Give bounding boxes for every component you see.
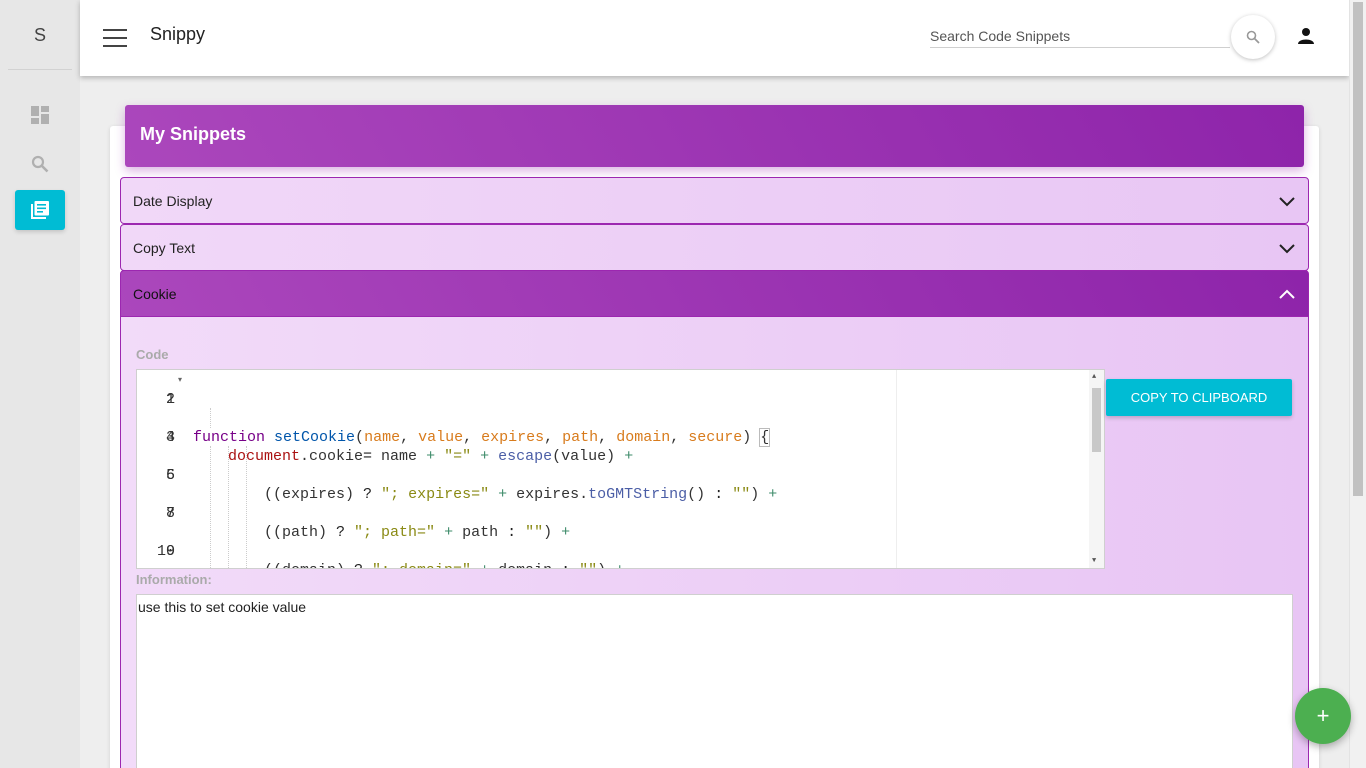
search-icon (31, 155, 49, 173)
rail-divider (8, 69, 72, 70)
information-textarea[interactable]: use this to set cookie value (136, 594, 1293, 768)
snippet-title: Copy Text (133, 240, 195, 256)
scroll-up-icon[interactable]: ▲ (1092, 373, 1096, 381)
indent-guide (228, 446, 229, 568)
code-label: Code (136, 347, 169, 362)
snippet-panel-cookie[interactable]: Cookie (120, 270, 1309, 317)
account-button[interactable] (1292, 22, 1320, 50)
chevron-up-icon (1279, 289, 1295, 299)
rail-snippets-button[interactable] (15, 190, 65, 230)
library-books-icon (31, 201, 49, 219)
scroll-down-icon[interactable]: ▼ (1092, 557, 1096, 565)
code-line: 9 ((domain) ? "; domain=" + domain : "")… (137, 523, 624, 568)
fold-arrow-icon[interactable]: ▾ (178, 371, 182, 390)
code-line: 7 ((path) ? "; path=" + path : "") + (137, 485, 570, 541)
side-rail: S (0, 0, 80, 768)
page-scrollbar[interactable] (1349, 0, 1366, 768)
card-header: My Snippets (125, 105, 1304, 167)
line-number: 6 (165, 467, 175, 484)
print-margin (896, 370, 897, 568)
indent-guide (210, 408, 211, 428)
chevron-down-icon (1279, 244, 1295, 254)
information-label: Information: (136, 572, 212, 587)
code-line: 3 document.cookie= name + "=" + escape(v… (137, 409, 633, 465)
rail-search-button[interactable] (15, 144, 65, 184)
top-app-bar: Snippy (80, 0, 1349, 76)
editor-scrollbar-thumb[interactable] (1092, 388, 1101, 452)
snippet-title: Cookie (133, 286, 177, 302)
code-editor[interactable]: 1 ▾ function setCookie(name, value, expi… (136, 369, 1105, 569)
indent-guide (210, 446, 211, 568)
line-number: 10 (156, 543, 175, 560)
app-logo[interactable]: S (0, 0, 80, 70)
copy-to-clipboard-button[interactable]: COPY TO CLIPBOARD (1106, 379, 1292, 416)
snippet-panel-date-display[interactable]: Date Display (120, 177, 1309, 224)
add-snippet-button[interactable]: + (1295, 688, 1351, 744)
editor-scrollbar[interactable]: ▲ ▼ (1089, 370, 1104, 568)
code-line: 11 ((secure) ? "; secure" : ""); (137, 561, 173, 568)
code-line: 5 ((expires) ? "; expires=" + expires.to… (137, 447, 777, 503)
snippet-title: Date Display (133, 193, 213, 209)
line-number: 2 (165, 391, 175, 408)
rail-dashboard-button[interactable] (15, 95, 65, 135)
menu-icon[interactable] (100, 24, 130, 52)
line-number: 4 (165, 429, 175, 446)
card-title: My Snippets (140, 124, 247, 144)
code-line: 1 ▾ function setCookie(name, value, expi… (137, 371, 771, 447)
page-scrollbar-thumb[interactable] (1353, 2, 1363, 496)
chevron-down-icon (1279, 197, 1295, 207)
snippet-panel-copy-text[interactable]: Copy Text (120, 224, 1309, 271)
person-icon (1298, 28, 1314, 44)
indent-guide (246, 446, 247, 568)
search-input[interactable] (930, 24, 1230, 48)
search-icon (1246, 30, 1260, 44)
search-button[interactable] (1231, 15, 1275, 59)
app-title: Snippy (150, 24, 206, 44)
dashboard-icon (31, 106, 49, 124)
line-number: 8 (165, 505, 175, 522)
